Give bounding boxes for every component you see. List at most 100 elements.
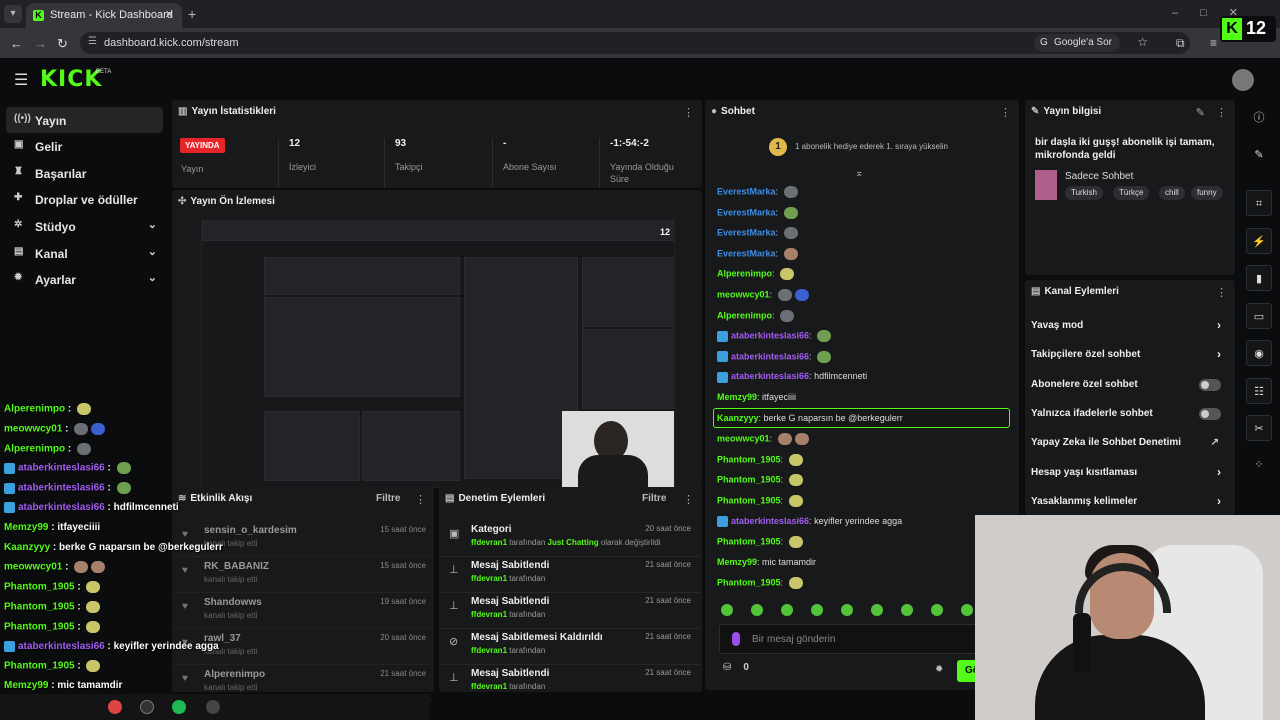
menu-icon[interactable]: ☰ bbox=[14, 70, 28, 90]
browser-tab[interactable]: K Stream - Kick Dashboard ✕ bbox=[26, 3, 182, 28]
tag-chip[interactable]: Türkçe bbox=[1113, 186, 1150, 200]
chat-username[interactable]: EverestMarka bbox=[717, 207, 776, 217]
kick-logo[interactable]: KICK bbox=[40, 67, 102, 92]
more-options-icon[interactable]: ⋮ bbox=[1216, 286, 1227, 299]
moderation-filter-button[interactable]: Filtre bbox=[642, 493, 666, 504]
chat-username[interactable]: ataberkinteslasi66 bbox=[731, 516, 809, 526]
tab-list-button[interactable]: ▾ bbox=[4, 5, 22, 23]
screenshot-icon[interactable]: ⌗ bbox=[1246, 190, 1272, 216]
pencil-icon: ✎ bbox=[1031, 106, 1040, 117]
sidebar-item-gelir[interactable]: ▣ Gelir bbox=[6, 133, 163, 159]
google-ask-button[interactable]: G Google'a Sor bbox=[1033, 34, 1120, 52]
emote-icon[interactable] bbox=[721, 604, 733, 616]
edit-icon[interactable]: ✎ bbox=[1196, 106, 1205, 119]
forward-icon[interactable]: → bbox=[34, 36, 47, 51]
chat-username[interactable]: Phantom_1905 bbox=[717, 454, 781, 464]
user-avatar[interactable] bbox=[1232, 69, 1254, 91]
banned-words-action[interactable]: Yasaklanmış kelimeler › bbox=[1031, 488, 1227, 517]
chat-bubble-icon[interactable]: ▭ bbox=[1246, 303, 1272, 329]
chat-username[interactable]: ataberkinteslasi66 bbox=[731, 331, 809, 341]
broadcast-icon[interactable]: ◉ bbox=[1246, 340, 1272, 366]
emote-icon[interactable] bbox=[781, 604, 793, 616]
sidebar-item-basarilar[interactable]: ♜ Başarılar bbox=[6, 160, 163, 186]
clip-icon[interactable]: ▮ bbox=[1246, 265, 1272, 291]
more-options-icon[interactable]: ⋮ bbox=[1216, 106, 1227, 119]
back-icon[interactable]: ← bbox=[10, 36, 23, 51]
emote-icon[interactable] bbox=[811, 604, 823, 616]
chat-username[interactable]: Memzy99 bbox=[717, 392, 757, 402]
sidebar-item-droplar[interactable]: ✚ Droplar ve ödüller bbox=[6, 186, 163, 212]
ai-moderation-action[interactable]: Yapay Zeka ile Sohbet Denetimi ↗ bbox=[1031, 429, 1227, 458]
sidebar-item-yayin[interactable]: ((•)) Yayın bbox=[6, 107, 163, 133]
subscribers-only-toggle[interactable]: Abonelere özel sohbet bbox=[1031, 371, 1227, 400]
sidebar-item-ayarlar[interactable]: ✹ Ayarlar ⌄ bbox=[6, 266, 163, 292]
chrome-icon[interactable] bbox=[108, 700, 122, 714]
gift-leaderboard-banner[interactable]: 1 1 abonelik hediye ederek 1. sıraya yük… bbox=[765, 136, 965, 158]
toggle-switch[interactable] bbox=[1199, 408, 1221, 420]
puzzle-icon[interactable]: ⁘ bbox=[1246, 452, 1272, 478]
chat-username[interactable]: Phantom_1905 bbox=[717, 537, 781, 547]
list-item: ⊥ Mesaj Sabitlendi ffdevran1 tarafından 21 … bbox=[439, 557, 701, 593]
obs-icon[interactable] bbox=[206, 700, 220, 714]
category-name[interactable]: Sadece Sohbet bbox=[1065, 171, 1133, 182]
chat-username[interactable]: Phantom_1905 bbox=[717, 578, 781, 588]
tag-chip[interactable]: chill bbox=[1159, 186, 1185, 200]
chat-username[interactable]: Alperenimpo bbox=[717, 310, 772, 320]
wrench-icon[interactable]: ✂ bbox=[1246, 415, 1272, 441]
site-info-icon[interactable]: ☰ bbox=[88, 36, 97, 47]
bookmark-star-icon[interactable]: ☆ bbox=[1137, 35, 1148, 49]
chat-input[interactable]: Bir mesaj gönderin bbox=[719, 624, 979, 654]
chat-username[interactable]: meowwcy01 bbox=[717, 434, 770, 444]
emote-icon[interactable] bbox=[871, 604, 883, 616]
stream-preview-video[interactable]: 12 bbox=[201, 220, 675, 488]
chat-username[interactable]: meowwcy01 bbox=[717, 289, 770, 299]
coin-balance[interactable]: ⛁ 0 bbox=[723, 662, 749, 673]
chat-username[interactable]: Phantom_1905 bbox=[717, 495, 781, 505]
activity-filter-button[interactable]: Filtre bbox=[376, 493, 400, 504]
layout-icon[interactable]: ☷ bbox=[1246, 378, 1272, 404]
spotify-icon[interactable] bbox=[172, 700, 186, 714]
tag-chip[interactable]: funny bbox=[1191, 186, 1223, 200]
url-field[interactable]: ☰ dashboard.kick.com/stream G Google'a So… bbox=[80, 32, 1190, 54]
extensions-icon[interactable]: ⧉ bbox=[1176, 36, 1185, 51]
channel-actions-panel: ▤ Kanal Eylemleri ⋮ Yavaş mod › Takipçiler… bbox=[1025, 280, 1235, 515]
chat-settings-icon[interactable]: ✹ bbox=[935, 664, 943, 675]
info-icon[interactable]: ⓘ bbox=[1246, 105, 1272, 131]
emote-icon[interactable] bbox=[901, 604, 913, 616]
edit-pencil-icon[interactable]: ✎ bbox=[1246, 142, 1272, 168]
more-options-icon[interactable]: ⋮ bbox=[1000, 106, 1011, 119]
emote-icon[interactable] bbox=[841, 604, 853, 616]
more-options-icon[interactable]: ⋮ bbox=[683, 493, 694, 506]
chat-username[interactable]: EverestMarka bbox=[717, 186, 776, 196]
emote-icon[interactable] bbox=[751, 604, 763, 616]
emote-icon[interactable] bbox=[961, 604, 973, 616]
sidebar-item-studyo[interactable]: ✲ Stüdyo ⌄ bbox=[6, 213, 163, 239]
profile-icon[interactable]: ≡ bbox=[1210, 36, 1217, 50]
chat-username[interactable]: Phantom_1905 bbox=[717, 475, 781, 485]
emote-only-toggle[interactable]: Yalnızca ifadelerle sohbet bbox=[1031, 400, 1227, 429]
chat-username[interactable]: Alperenimpo bbox=[717, 269, 772, 279]
sidebar-item-kanal[interactable]: ▤ Kanal ⌄ bbox=[6, 240, 163, 266]
reload-icon[interactable]: ↻ bbox=[57, 36, 68, 52]
chat-username[interactable]: ataberkinteslasi66 bbox=[731, 351, 809, 361]
emote-icon[interactable] bbox=[931, 604, 943, 616]
chat-username[interactable]: EverestMarka bbox=[717, 228, 776, 238]
chat-username[interactable]: Memzy99 bbox=[717, 557, 757, 567]
chat-username[interactable]: ataberkinteslasi66 bbox=[731, 371, 809, 381]
close-tab-icon[interactable]: ✕ bbox=[165, 8, 174, 21]
chat-username[interactable]: Kaanzyyy bbox=[717, 413, 759, 423]
slow-mode-action[interactable]: Yavaş mod › bbox=[1031, 312, 1227, 341]
pinned-expand-icon[interactable]: ⌅ bbox=[855, 168, 863, 179]
more-options-icon[interactable]: ⋮ bbox=[683, 106, 694, 119]
new-tab-button[interactable]: + bbox=[188, 6, 196, 22]
tag-chip[interactable]: Turkish bbox=[1065, 186, 1103, 200]
lightning-icon[interactable]: ⚡ bbox=[1246, 228, 1272, 254]
followers-only-action[interactable]: Takipçilere özel sohbet › bbox=[1031, 341, 1227, 370]
account-age-action[interactable]: Hesap yaşı kısıtlaması › bbox=[1031, 459, 1227, 488]
more-options-icon[interactable]: ⋮ bbox=[415, 493, 426, 506]
microphone-icon[interactable] bbox=[732, 632, 740, 646]
chat-username[interactable]: EverestMarka bbox=[717, 248, 776, 258]
toggle-switch[interactable] bbox=[1199, 379, 1221, 391]
app-icon[interactable] bbox=[140, 700, 154, 714]
category-thumbnail bbox=[1035, 170, 1057, 200]
